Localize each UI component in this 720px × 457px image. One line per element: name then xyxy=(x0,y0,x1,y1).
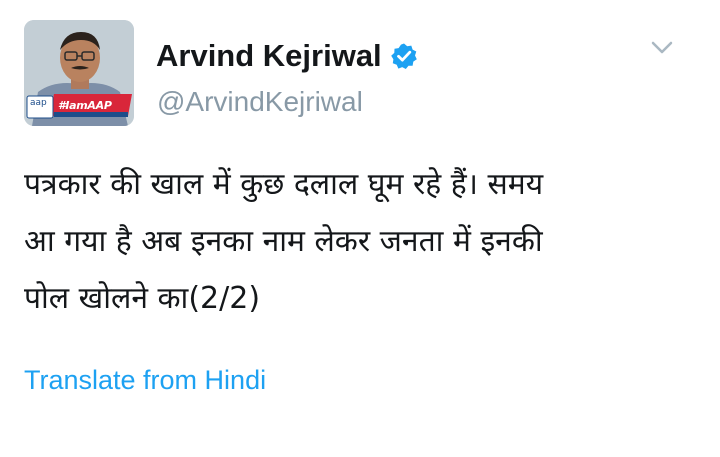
translate-link[interactable]: Translate from Hindi xyxy=(24,362,266,398)
avatar-badge-text: #IamAAP xyxy=(58,99,112,112)
avatar[interactable]: aap #IamAAP xyxy=(24,20,134,126)
tweet-text-line: आ गया है अब इनका नाम लेकर जनता में इनकी xyxy=(24,224,543,259)
avatar-logo-text: aap xyxy=(30,98,47,108)
tweet-text-line: पोल खोलने का(2/2) xyxy=(24,281,261,316)
author-handle[interactable]: @ArvindKejriwal xyxy=(157,84,363,120)
author-name-row[interactable]: Arvind Kejriwal xyxy=(156,36,418,76)
tweet-card: aap #IamAAP Arvind Kejriwal @ArvindKejri… xyxy=(0,0,720,457)
verified-badge-icon xyxy=(390,42,418,70)
author-display-name[interactable]: Arvind Kejriwal xyxy=(156,36,382,76)
tweet-text-line: पत्रकार की खाल में कुछ दलाल घूम रहे हैं।… xyxy=(24,167,544,202)
chevron-down-icon[interactable] xyxy=(650,40,674,56)
tweet-text: पत्रकार की खाल में कुछ दलाल घूम रहे हैं।… xyxy=(24,156,704,327)
